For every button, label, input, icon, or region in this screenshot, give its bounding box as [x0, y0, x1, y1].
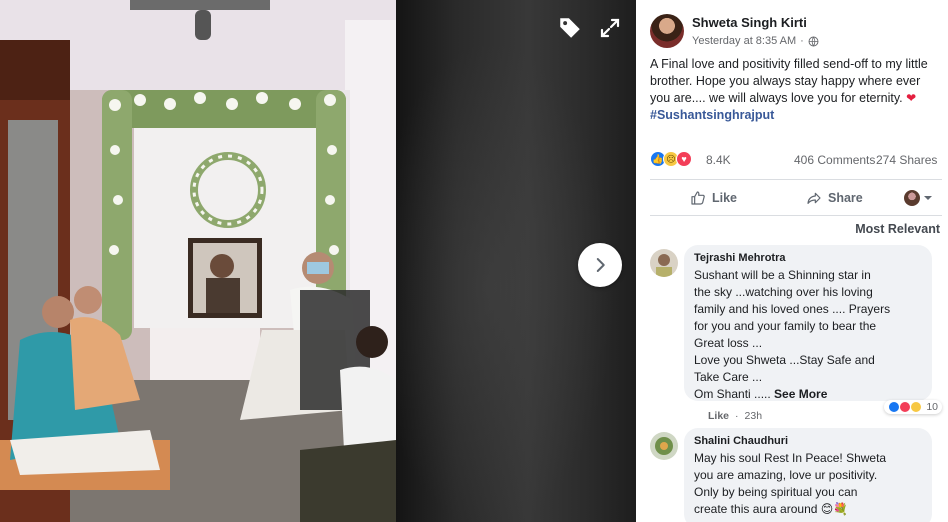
- post-body: A Final love and positivity filled send-…: [650, 56, 942, 124]
- comment: Tejrashi Mehrotra Sushant will be a Shin…: [650, 245, 942, 425]
- reaction-count[interactable]: 8.4K: [706, 153, 731, 167]
- comment-line: Love you Shweta ...Stay Safe and: [694, 353, 875, 367]
- author-avatar[interactable]: [650, 14, 684, 48]
- comment-line-text: Om Shanti .....: [694, 387, 771, 401]
- commenter-name[interactable]: Tejrashi Mehrotra: [694, 252, 922, 264]
- heart-icon: ❤: [906, 91, 917, 105]
- photo-illustration: [0, 0, 396, 522]
- comment-line: Only by being spiritual you can: [694, 485, 858, 499]
- next-photo-button[interactable]: [578, 243, 622, 287]
- post-photo[interactable]: [0, 0, 396, 522]
- hashtag-link[interactable]: #Sushantsinghrajput: [650, 108, 774, 122]
- share-button-label: Share: [828, 191, 863, 205]
- commenter-name[interactable]: Shalini Chaudhuri: [694, 435, 922, 447]
- tag-icon[interactable]: [556, 14, 584, 42]
- comment-bubble: Tejrashi Mehrotra Sushant will be a Shin…: [684, 245, 932, 401]
- post-header: Shweta Singh Kirti Yesterday at 8:35 AM …: [650, 12, 940, 52]
- media-viewer: [0, 0, 636, 522]
- comment-as-selector[interactable]: [904, 185, 933, 211]
- post-stats: 👍 ☹ ♥ 8.4K 406 Comments 274 Shares: [650, 150, 942, 170]
- comment-line: family and his loved ones .... Prayers: [694, 302, 891, 316]
- divider: [650, 215, 942, 216]
- divider: [650, 179, 942, 180]
- commenter-avatar[interactable]: [650, 249, 678, 277]
- comment-text: May his soul Rest In Peace! Shweta you a…: [694, 450, 922, 518]
- emoji-icon: 😊💐: [820, 502, 849, 516]
- reaction-icons[interactable]: 👍 ☹ ♥: [650, 151, 692, 167]
- caret-down-icon: [924, 196, 932, 200]
- author-name[interactable]: Shweta Singh Kirti: [692, 15, 807, 30]
- love-reaction-icon: ♥: [676, 151, 692, 167]
- comment: Shalini Chaudhuri May his soul Rest In P…: [650, 428, 942, 522]
- like-button-label: Like: [712, 191, 738, 205]
- like-button[interactable]: Like: [690, 185, 737, 211]
- expand-icon[interactable]: [596, 14, 624, 42]
- comment-line: create this aura around 😊💐: [694, 501, 922, 518]
- post-timestamp[interactable]: Yesterday at 8:35 AM: [692, 35, 796, 47]
- comment-like-link[interactable]: Like: [708, 410, 729, 422]
- comment-sort-dropdown[interactable]: Most Relevant: [855, 222, 940, 236]
- share-count[interactable]: 274 Shares: [876, 153, 937, 167]
- comment-line: May his soul Rest In Peace! Shweta: [694, 451, 887, 465]
- see-more-link[interactable]: See More: [774, 387, 827, 401]
- post-meta: Yesterday at 8:35 AM ·: [692, 35, 819, 47]
- comment-line-text: create this aura around: [694, 502, 818, 516]
- user-avatar: [904, 190, 920, 206]
- chevron-right-icon: [596, 258, 605, 272]
- commenter-avatar[interactable]: [650, 432, 678, 460]
- share-icon: [807, 192, 821, 204]
- comment-age[interactable]: 23h: [745, 410, 763, 422]
- comment-line: Take Care ...: [694, 370, 763, 384]
- comment-line: the sky ...watching over his loving: [694, 285, 873, 299]
- comment-reaction-count: 10: [926, 401, 938, 413]
- comment-line: Sushant will be a Shinning star in: [694, 268, 871, 282]
- comment-line: Great loss ...: [694, 336, 763, 350]
- comment-count[interactable]: 406 Comments: [794, 153, 875, 167]
- share-button[interactable]: Share: [806, 185, 863, 211]
- post-sidebar: Shweta Singh Kirti Yesterday at 8:35 AM …: [636, 0, 948, 522]
- post-actions: Like Share: [650, 185, 942, 211]
- comment-line: for you and your family to bear the: [694, 319, 877, 333]
- comment-text: Sushant will be a Shinning star in the s…: [694, 267, 922, 403]
- comment-footer: Like · 23h: [708, 410, 763, 422]
- globe-icon: [808, 36, 819, 46]
- comment-bubble: Shalini Chaudhuri May his soul Rest In P…: [684, 428, 932, 522]
- comment-reactions[interactable]: 10: [884, 400, 942, 414]
- care-reaction-icon: [910, 401, 923, 413]
- thumbs-up-icon: [691, 191, 705, 205]
- comment-line: you are amazing, love ur positivity.: [694, 468, 878, 482]
- post-text: A Final love and positivity filled send-…: [650, 57, 928, 105]
